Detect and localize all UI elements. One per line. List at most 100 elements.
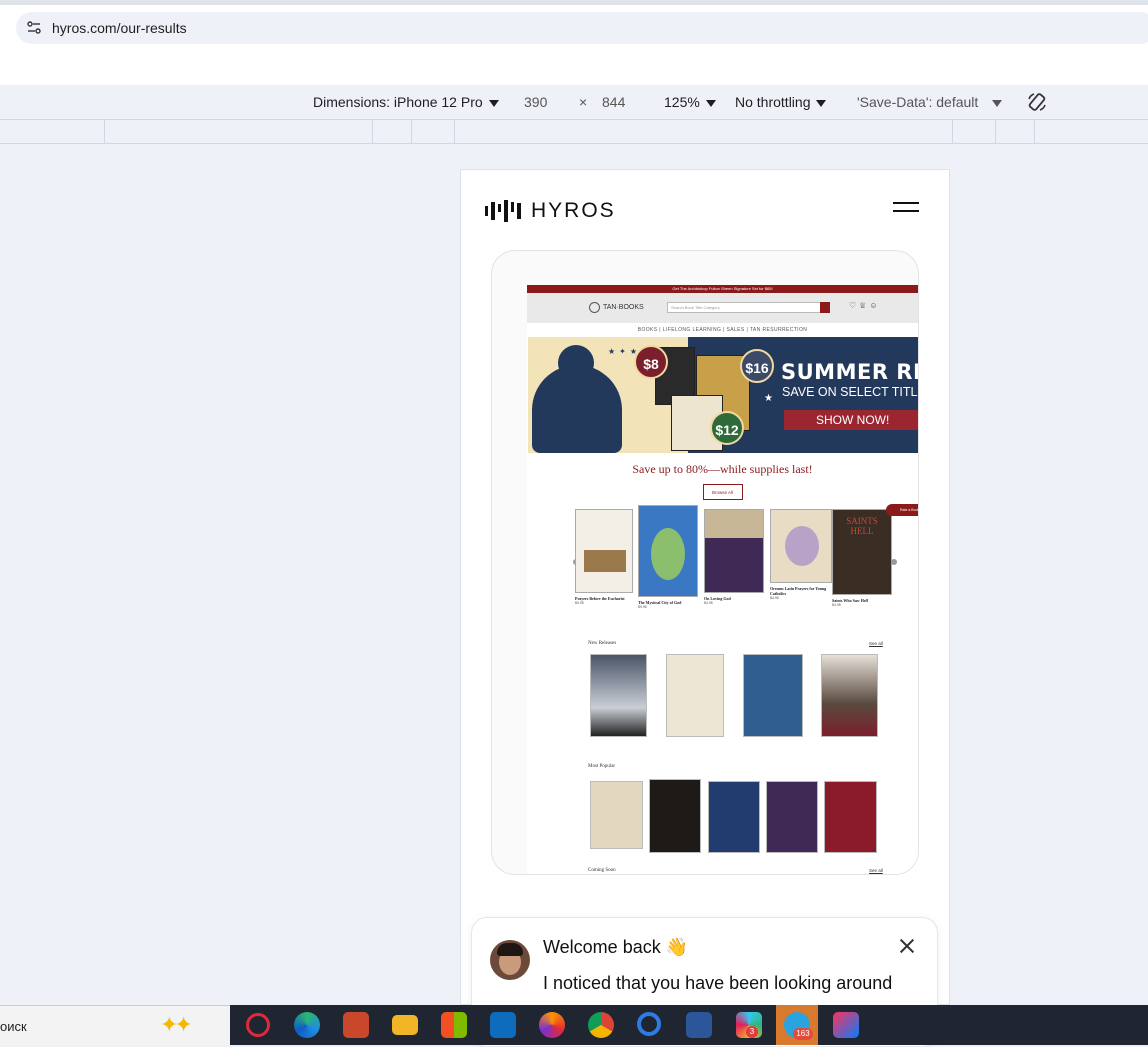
star-icon: ★ — [764, 393, 773, 404]
ruler-tick — [952, 120, 953, 144]
tan-logo[interactable]: TAN·BOOKS — [589, 302, 644, 313]
tan-search-input[interactable]: Search Book Title Category — [667, 302, 830, 313]
popular-book[interactable] — [649, 779, 701, 853]
sale-headline: Save up to 80%—while supplies last! — [632, 462, 813, 476]
close-icon[interactable] — [897, 936, 917, 956]
media-query-ruler[interactable] — [0, 120, 1148, 144]
intellij-icon[interactable] — [833, 1012, 859, 1038]
url-text[interactable]: hyros.com/our-results — [52, 20, 187, 36]
book-price: $4.95 — [704, 601, 713, 605]
carousel-book[interactable]: Oremus Latin Prayers for Young Catholics… — [770, 509, 832, 600]
reviews-pill[interactable]: Rate a Book — [886, 504, 918, 516]
zoom-label: 125% — [664, 94, 700, 110]
times-sign: × — [579, 94, 588, 110]
menu-icon[interactable] — [893, 202, 919, 220]
new-release-book[interactable] — [821, 654, 878, 737]
rotate-icon[interactable] — [1026, 91, 1048, 113]
new-release-book[interactable] — [743, 654, 803, 737]
taskbar-search[interactable]: оиск ✦✦ — [0, 1005, 230, 1045]
taskbar-search-text: оиск — [0, 1019, 27, 1034]
edge-icon[interactable] — [294, 1012, 320, 1038]
ruler-tick — [995, 120, 996, 144]
telegram-badge: 163 — [793, 1028, 813, 1040]
dropdown-arrow-icon — [992, 99, 1003, 107]
book-cover — [575, 509, 633, 593]
ruler-tick — [454, 120, 455, 144]
carousel-book[interactable]: Prayers Before the Eucharist $9.95 — [575, 509, 633, 605]
agent-avatar — [490, 940, 530, 980]
app-icon[interactable] — [637, 1012, 661, 1036]
hero-title: SUMMER READIN — [781, 360, 918, 384]
file-explorer-icon[interactable] — [392, 1015, 418, 1035]
browser-toolbar: hyros.com/our-results — [0, 5, 1148, 85]
hyros-logo-text: HYROS — [531, 199, 616, 222]
results-screenshot-frame: Get The Archbishop Fulton Sheen Signatur… — [491, 250, 919, 875]
ruler-tick — [372, 120, 373, 144]
carousel-book[interactable]: On Loving God $4.95 — [704, 509, 764, 605]
zoom-select[interactable]: 125% — [664, 94, 716, 110]
tan-header-icons[interactable]: ♡♕☺ — [849, 301, 881, 310]
popular-book[interactable] — [766, 781, 818, 853]
outlook-icon[interactable] — [490, 1012, 516, 1038]
new-release-book[interactable] — [666, 654, 724, 737]
popular-book[interactable] — [590, 781, 643, 849]
tan-nav[interactable]: BOOKS | LIFELONG LEARNING | SALES | TAN … — [527, 323, 918, 337]
copilot-sparkle-icon[interactable]: ✦✦ — [160, 1012, 193, 1038]
popular-book[interactable] — [824, 781, 877, 853]
price-badge: $12 — [710, 411, 744, 445]
width-input[interactable]: 390 — [524, 94, 547, 110]
hyros-logo[interactable]: HYROS — [485, 198, 616, 224]
store-icon[interactable] — [441, 1012, 467, 1038]
device-toolbar: Dimensions: iPhone 12 Pro 390 × 844 125%… — [0, 85, 1148, 120]
carousel-book[interactable]: SAINTS HELL Saints Who Saw Hell $4.95 — [832, 509, 892, 607]
book-price: $9.95 — [575, 601, 584, 605]
opera-icon[interactable] — [246, 1013, 270, 1037]
hero-subtitle: SAVE ON SELECT TITL — [782, 385, 918, 399]
height-input[interactable]: 844 — [602, 94, 625, 110]
tan-logo-text: TAN·BOOKS — [603, 304, 644, 311]
site-settings-icon[interactable] — [26, 20, 42, 36]
save-data-select[interactable]: 'Save-Data': default — [857, 94, 1003, 110]
ruler-tick — [411, 120, 412, 144]
carousel-book[interactable]: The Mystical City of God $9.95 — [638, 505, 698, 609]
slack-badge: 3 — [746, 1026, 758, 1038]
see-all-link[interactable]: See all — [869, 641, 883, 646]
see-all-link[interactable]: See all — [869, 868, 883, 873]
hyros-logo-icon — [485, 200, 521, 222]
chrome-icon[interactable] — [588, 1012, 614, 1038]
new-releases-heading: New Releases — [588, 641, 617, 646]
book-price: $9.95 — [638, 605, 647, 609]
dimensions-label: Dimensions: iPhone 12 Pro — [313, 94, 483, 110]
book-cover — [704, 509, 764, 593]
book-price: $4.95 — [832, 603, 841, 607]
tan-logo-icon — [589, 302, 600, 313]
ruler-tick — [104, 120, 105, 144]
throttling-select[interactable]: No throttling — [735, 94, 827, 110]
powerpoint-icon[interactable] — [343, 1012, 369, 1038]
coming-soon-heading: Coming Soon — [588, 868, 616, 873]
book-carousel: Prayers Before the Eucharist $9.95 The M… — [573, 505, 897, 619]
book-price: $4.95 — [770, 596, 779, 600]
new-release-book[interactable] — [590, 654, 647, 737]
dropdown-arrow-icon — [816, 99, 827, 107]
book-cover — [638, 505, 698, 597]
browse-all-button[interactable]: Browse All — [702, 484, 743, 500]
most-popular-heading: Most Popular — [588, 764, 616, 769]
carousel-next-icon[interactable] — [891, 559, 897, 565]
throttling-label: No throttling — [735, 94, 811, 110]
promo-bar[interactable]: Get The Archbishop Fulton Sheen Signatur… — [527, 285, 918, 293]
reader-silhouette — [532, 365, 622, 453]
tan-search-button[interactable] — [820, 302, 830, 313]
tan-books-site: Get The Archbishop Fulton Sheen Signatur… — [527, 285, 918, 874]
dimensions-select[interactable]: Dimensions: iPhone 12 Pro — [313, 94, 499, 110]
ruler-tick — [1034, 120, 1035, 144]
book-cover: SAINTS HELL — [832, 509, 892, 595]
show-now-button[interactable]: SHOW NOW! — [784, 410, 918, 430]
taskbar: оиск ✦✦ 3 163 — [0, 1005, 1148, 1045]
word-icon[interactable] — [686, 1012, 712, 1038]
summer-reading-banner[interactable]: ★✦★✦★ $8 $16 $12 SUMMER READIN SAVE ON S… — [528, 337, 918, 453]
chat-title: Welcome back 👋 — [543, 937, 689, 957]
popular-book[interactable] — [708, 781, 760, 853]
address-bar[interactable]: hyros.com/our-results — [16, 12, 1148, 44]
firefox-icon[interactable] — [539, 1012, 565, 1038]
